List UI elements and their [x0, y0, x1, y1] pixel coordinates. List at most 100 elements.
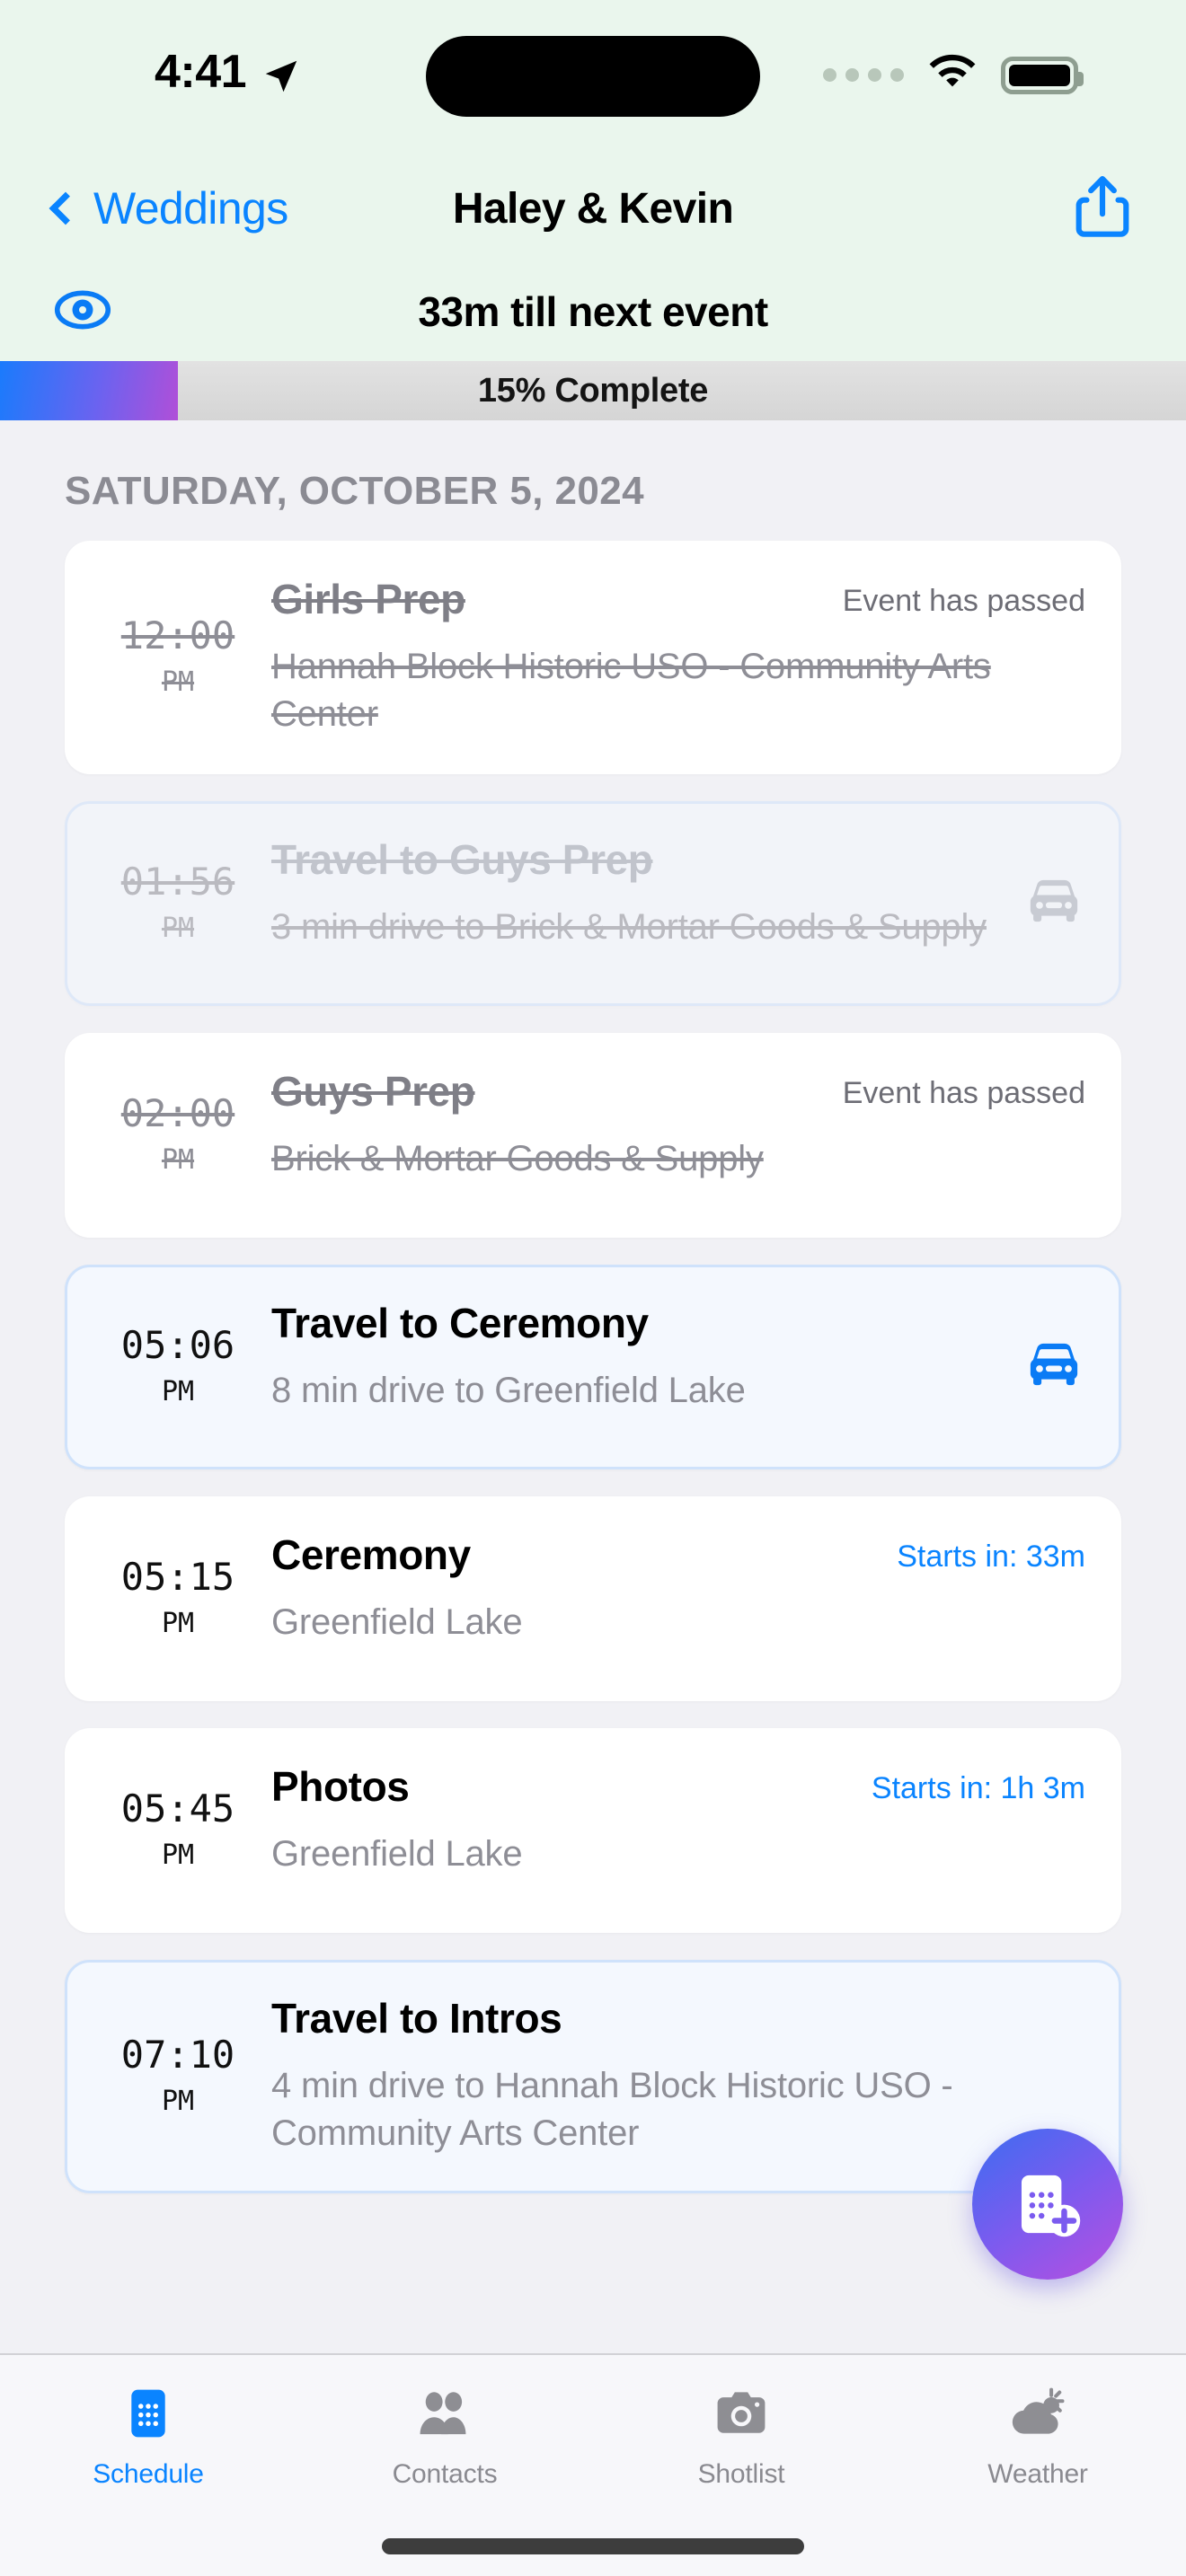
event-time: 05:15 PM	[101, 1555, 271, 1639]
add-event-fab[interactable]	[972, 2129, 1123, 2280]
calendar-plus-icon	[1021, 2175, 1081, 2237]
cloud-sun-icon	[1012, 2387, 1065, 2434]
event-card[interactable]: 05:15 PM Ceremony Starts in: 33m Greenfield …	[65, 1495, 1121, 1701]
bottom-tab-bar: Schedule Contacts Shotlist Weather	[0, 2353, 1186, 2576]
event-status: Starts in: 1h 3m	[871, 1770, 1085, 1805]
car-icon	[1001, 1334, 1085, 1396]
share-button[interactable]	[1073, 172, 1132, 245]
back-button-label: Weddings	[93, 183, 288, 234]
people-icon	[420, 2392, 466, 2435]
header: 4:41 Weddings Haley & Kevin 33m till nex…	[0, 0, 1186, 361]
eye-icon	[54, 290, 111, 329]
event-title-row: Girls Prep Event has passed	[271, 575, 1085, 623]
event-time-value: 07:10	[120, 2032, 235, 2077]
battery-full-icon	[1001, 56, 1084, 94]
wifi-icon	[927, 54, 978, 96]
event-location: 3 min drive to Brick & Mortar Goods & Su…	[271, 907, 987, 948]
event-title: Girls Prep	[271, 576, 465, 622]
calendar-icon	[131, 2389, 165, 2438]
event-title: Travel to Guys Prep	[271, 835, 653, 883]
event-title-row: Travel to Guys Prep	[271, 835, 1001, 884]
event-card[interactable]: 07:10 PM Travel to Intros 4 min drive to Ha…	[65, 1959, 1121, 2193]
event-time: 02:00 PM	[101, 1091, 271, 1176]
event-location: Greenfield Lake	[271, 1834, 523, 1875]
progress-fill	[0, 361, 178, 420]
next-event-countdown: 33m till next event	[418, 288, 768, 335]
event-title-row: Photos Starts in: 1h 3m	[271, 1762, 1085, 1811]
event-status: Starts in: 33m	[897, 1539, 1085, 1574]
event-card[interactable]: 12:00 PM Girls Prep Event has passed Hannah …	[65, 541, 1121, 774]
status-bar-indicators	[823, 54, 1084, 96]
event-time: 01:56 PM	[101, 860, 271, 944]
event-body: Girls Prep Event has passed Hannah Block H…	[271, 573, 1085, 738]
date-section-header: SATURDAY, OCTOBER 5, 2024	[65, 469, 644, 513]
event-location: Hannah Block Historic USO - Community Ar…	[271, 647, 991, 735]
event-body: Travel to Intros 4 min drive to Hannah Bl…	[271, 1992, 1085, 2157]
event-location: Brick & Mortar Goods & Supply	[271, 1139, 764, 1179]
back-button[interactable]: Weddings	[49, 182, 288, 234]
event-time-value: 05:06	[120, 1322, 235, 1367]
dynamic-island	[426, 36, 760, 117]
visibility-toggle-button[interactable]	[54, 289, 111, 335]
car-icon	[1001, 870, 1085, 932]
share-icon	[1075, 175, 1129, 237]
tab-label: Contacts	[392, 2459, 498, 2489]
event-time: 07:10 PM	[101, 2033, 271, 2117]
event-card[interactable]: 02:00 PM Guys Prep Event has passed Brick & …	[65, 1032, 1121, 1238]
event-title: Photos	[271, 1762, 410, 1810]
event-card[interactable]: 05:45 PM Photos Starts in: 1h 3m Greenfield …	[65, 1727, 1121, 1933]
status-bar-time: 4:41	[155, 46, 247, 98]
event-title-row: Travel to Ceremony	[271, 1299, 1001, 1347]
event-status: Event has passed	[842, 1075, 1085, 1110]
event-body: Guys Prep Event has passed Brick & Mortar …	[271, 1065, 1085, 1183]
event-title: Ceremony	[271, 1531, 471, 1578]
event-time: 05:06 PM	[101, 1323, 271, 1407]
event-time-meridiem: PM	[161, 912, 195, 944]
tab-label: Shotlist	[697, 2459, 785, 2489]
completion-progress-bar: 15% Complete	[0, 361, 1186, 420]
schedule-scroll-area[interactable]: SATURDAY, OCTOBER 5, 2024 12:00 PM Girls P…	[0, 420, 1186, 2193]
event-location: Greenfield Lake	[271, 1602, 523, 1643]
event-title-row: Guys Prep Event has passed	[271, 1067, 1085, 1116]
event-title-row: Travel to Intros	[271, 1994, 1085, 2042]
status-bar: 4:41	[0, 0, 1186, 154]
event-time-value: 05:45	[120, 1786, 235, 1831]
tab-weather[interactable]: Weather	[890, 2384, 1186, 2490]
home-indicator	[382, 2538, 804, 2554]
tab-label: Weather	[987, 2459, 1088, 2489]
progress-label: 15% Complete	[477, 371, 709, 410]
event-body: Photos Starts in: 1h 3m Greenfield Lake	[271, 1760, 1085, 1878]
event-time-meridiem: PM	[161, 1607, 195, 1639]
event-time-meridiem: PM	[161, 666, 195, 698]
event-location: 4 min drive to Hannah Block Historic USO…	[271, 2066, 953, 2153]
location-arrow-icon	[261, 56, 302, 101]
event-title: Travel to Intros	[271, 1994, 562, 2042]
event-card[interactable]: 05:06 PM Travel to Ceremony 8 min drive to …	[65, 1264, 1121, 1469]
event-time: 05:45 PM	[101, 1786, 271, 1871]
event-time-value: 02:00	[120, 1090, 235, 1135]
event-time: 12:00 PM	[101, 613, 271, 698]
signal-dots-icon	[823, 68, 904, 82]
event-time-meridiem: PM	[161, 1839, 195, 1871]
tab-shotlist[interactable]: Shotlist	[593, 2384, 890, 2490]
tab-contacts[interactable]: Contacts	[296, 2384, 593, 2490]
event-time-meridiem: PM	[161, 1143, 195, 1176]
tab-label: Schedule	[93, 2459, 204, 2489]
event-location: 8 min drive to Greenfield Lake	[271, 1371, 746, 1411]
event-status: Event has passed	[842, 584, 1085, 618]
app-screen: 4:41 Weddings Haley & Kevin 33m till nex…	[0, 0, 1186, 2576]
event-title-row: Ceremony Starts in: 33m	[271, 1531, 1085, 1579]
event-title: Guys Prep	[271, 1067, 475, 1115]
event-body: Travel to Guys Prep 3 min drive to Brick …	[271, 834, 1001, 951]
event-body: Ceremony Starts in: 33m Greenfield Lake	[271, 1529, 1085, 1646]
event-time-value: 05:15	[120, 1554, 235, 1599]
event-time-meridiem: PM	[161, 2085, 195, 2117]
sub-header: 33m till next event	[0, 262, 1186, 361]
event-list: 12:00 PM Girls Prep Event has passed Hannah …	[0, 541, 1186, 2193]
event-title: Travel to Ceremony	[271, 1299, 649, 1346]
event-card[interactable]: 01:56 PM Travel to Guys Prep 3 min drive to…	[65, 800, 1121, 1006]
tab-schedule[interactable]: Schedule	[0, 2384, 296, 2490]
event-time-value: 01:56	[120, 859, 235, 904]
chevron-left-icon	[49, 191, 83, 225]
event-time-value: 12:00	[120, 613, 235, 657]
